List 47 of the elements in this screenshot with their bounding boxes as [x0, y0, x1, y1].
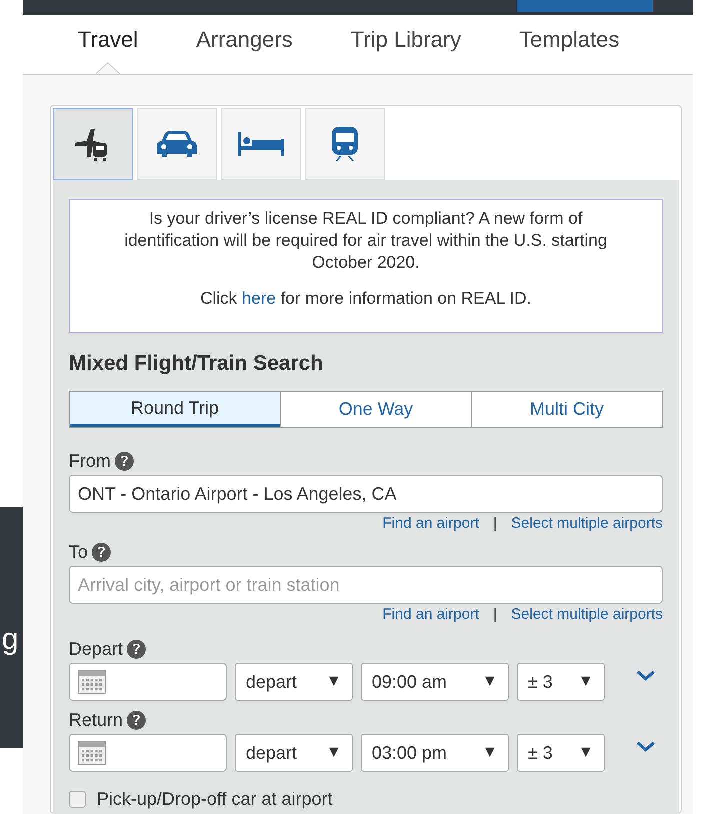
time-select[interactable]: 09:00 am ▼ [361, 663, 509, 701]
window-select[interactable]: ± 3 ▼ [517, 734, 605, 772]
date-field[interactable] [69, 734, 227, 772]
chevron-down-icon[interactable] [636, 670, 656, 682]
field-label: Depart [69, 638, 124, 660]
nav-tab[interactable]: Trip Library [350, 14, 462, 74]
nav-tab[interactable]: Templates [519, 14, 620, 74]
notice-text: Is your driver’s license REAL ID compliant? A new form of identification will be required for air travel within the U.S. starting October 2020. [124, 208, 608, 274]
nav-tab[interactable]: Arrangers [196, 14, 293, 74]
multiple-airports-link[interactable]: Select multiple airports [511, 515, 663, 533]
find-airport-link[interactable]: Find an airport [382, 606, 480, 624]
help-icon[interactable] [127, 710, 146, 730]
multiple-airports-link[interactable]: Select multiple airports [511, 606, 663, 624]
help-icon[interactable] [115, 452, 134, 470]
checkbox-label: Pick-up/Drop-off car at airport [97, 788, 333, 811]
bed-icon [237, 131, 285, 157]
date-field[interactable] [69, 663, 227, 701]
checkbox[interactable] [69, 791, 86, 808]
trip-type-tab[interactable]: Multi City [471, 392, 662, 427]
trip-type-tab[interactable]: Round Trip [70, 392, 280, 427]
mode-tab[interactable] [137, 108, 217, 180]
help-icon[interactable] [92, 542, 112, 562]
window-select[interactable]: ± 3 ▼ [517, 663, 605, 701]
notice-link-text: Click here for more information on REAL ID. [200, 288, 532, 310]
field-label: Return [69, 709, 124, 731]
find-airport-link[interactable]: Find an airport [382, 515, 480, 533]
here-link[interactable]: here [242, 289, 276, 308]
link-separator: | [493, 606, 498, 624]
field-label: To [69, 541, 88, 563]
trip-type-tab[interactable]: One Way [280, 392, 471, 427]
location-field[interactable]: Arrival city, airport or train station [69, 566, 663, 604]
nav-tab[interactable]: Travel [78, 14, 138, 74]
car-icon [156, 130, 198, 158]
mode-select[interactable]: depart ▼ [235, 734, 353, 772]
time-select[interactable]: 03:00 pm ▼ [361, 734, 509, 772]
help-icon[interactable] [127, 640, 146, 658]
mode-tab[interactable] [305, 108, 385, 180]
train-icon [331, 126, 359, 162]
chevron-down-icon[interactable] [636, 741, 656, 753]
search-heading: Mixed Flight/Train Search [69, 351, 324, 377]
side-panel-text: g [2, 622, 19, 658]
mode-tab[interactable] [221, 108, 301, 180]
mode-tab[interactable] [53, 108, 133, 180]
link-separator: | [493, 515, 498, 533]
field-label: From [69, 450, 111, 472]
mode-select[interactable]: depart ▼ [235, 663, 353, 701]
location-field[interactable]: ONT - Ontario Airport - Los Angeles, CA [69, 475, 663, 513]
